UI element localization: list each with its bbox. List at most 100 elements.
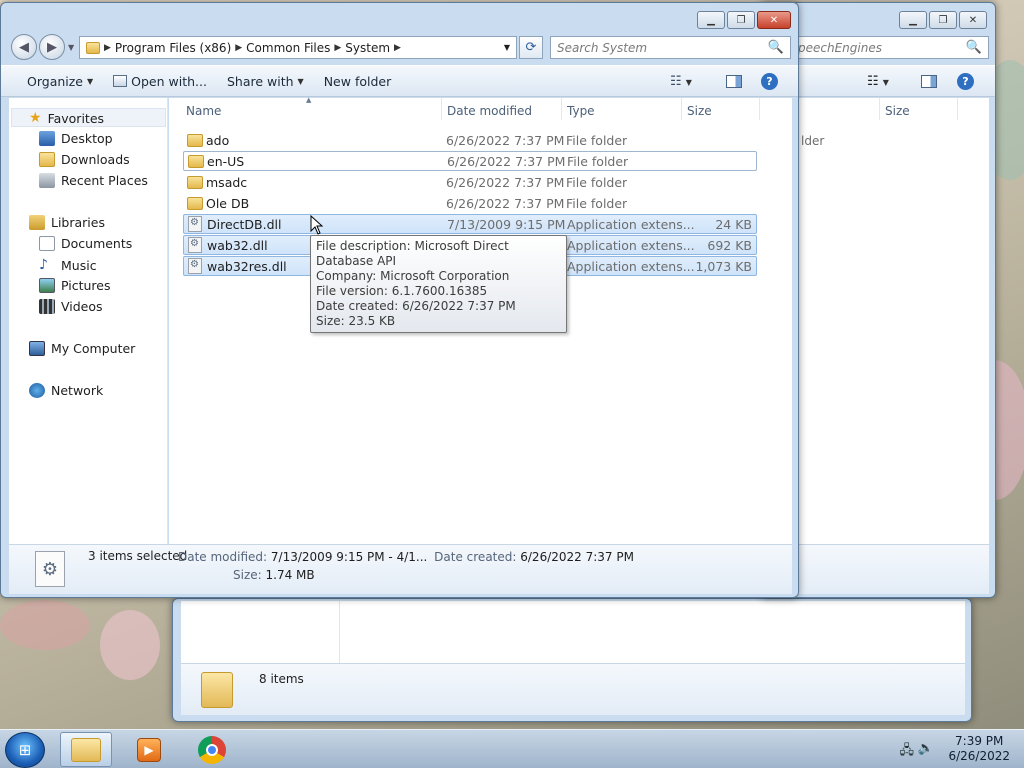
minimize-button[interactable]: ▁: [899, 11, 927, 29]
file-name: msadc: [206, 174, 248, 190]
search-input[interactable]: peechEngines 🔍: [791, 36, 989, 59]
selection-count: 3 items selected: [88, 549, 188, 563]
nav-network[interactable]: Network: [29, 383, 103, 398]
list-item[interactable]: DirectDB.dll 7/13/2009 9:15 PM Applicati…: [183, 214, 757, 234]
view-options-icon[interactable]: ☷ ▼: [867, 74, 889, 89]
nav-label: Documents: [61, 236, 133, 251]
nav-favorites[interactable]: ★ Favorites: [29, 110, 104, 126]
file-type: Application extens...: [567, 258, 695, 274]
back-button[interactable]: ◀: [11, 34, 37, 60]
tooltip-company: Company: Microsoft Corporation: [316, 269, 510, 283]
search-icon: 🔍: [767, 40, 784, 55]
nav-label: Recent Places: [61, 173, 148, 188]
list-item[interactable]: ado 6/26/2022 7:37 PM File folder: [183, 130, 757, 150]
file-tooltip: File description: Microsoft Direct Datab…: [310, 235, 567, 333]
desktop-decoration: [100, 610, 160, 680]
maximize-button[interactable]: ❐: [727, 11, 755, 29]
column-header-size[interactable]: Size: [885, 104, 910, 118]
nav-music[interactable]: ♪ Music: [39, 257, 97, 273]
recent-pages-icon[interactable]: ▼: [68, 43, 74, 52]
network-tray-icon[interactable]: 🖧: [900, 741, 915, 763]
preview-pane-icon[interactable]: [726, 74, 742, 88]
breadcrumb-item[interactable]: Program Files (x86): [115, 41, 231, 55]
file-size: 1,073 KB: [695, 258, 752, 274]
taskbar-chrome-button[interactable]: [186, 732, 238, 767]
chevron-right-icon[interactable]: ▶: [334, 43, 341, 53]
nav-my-computer[interactable]: My Computer: [29, 341, 135, 356]
media-player-icon: ▶: [137, 737, 161, 762]
start-button[interactable]: ⊞: [5, 732, 45, 768]
divider: [561, 98, 562, 120]
new-folder-button[interactable]: New folder: [314, 66, 402, 96]
file-date: 7/13/2009 9:15 PM: [447, 216, 566, 232]
minimize-button[interactable]: ▁: [697, 11, 725, 29]
help-icon[interactable]: ?: [761, 72, 778, 90]
star-icon: ★: [29, 110, 42, 126]
type-text: lder: [801, 134, 825, 148]
divider: [681, 98, 682, 120]
chevron-right-icon[interactable]: ▶: [394, 43, 401, 53]
mouse-cursor-icon: [310, 215, 324, 235]
refresh-button[interactable]: ⟳: [519, 36, 543, 59]
nav-videos[interactable]: Videos: [39, 299, 103, 314]
chevron-down-icon[interactable]: ▼: [504, 43, 510, 52]
file-name: Ole DB: [206, 195, 250, 211]
file-name: wab32res.dll: [207, 258, 287, 274]
network-icon: [29, 383, 45, 398]
clock[interactable]: 7:39 PM 6/26/2022: [948, 734, 1010, 764]
taskbar-explorer-button[interactable]: [60, 732, 112, 767]
column-header-size[interactable]: Size: [687, 104, 712, 118]
chevron-right-icon[interactable]: ▶: [235, 43, 242, 53]
nav-documents[interactable]: Documents: [39, 236, 132, 251]
chrome-icon: [198, 735, 226, 764]
file-type: Application extens...: [567, 216, 695, 232]
date-modified-row: Date modified: 7/13/2009 9:15 PM - 4/1..…: [178, 550, 634, 564]
view-options-icon[interactable]: ☷ ▼: [670, 74, 692, 89]
breadcrumb-item[interactable]: System: [345, 41, 390, 55]
file-date: 6/26/2022 7:37 PM: [446, 195, 565, 211]
computer-icon: [29, 341, 45, 356]
explorer-window[interactable]: ▁ ❐ ✕ ◀ ▶ ▼ ▶ Program Files (x86) ▶ Comm…: [0, 2, 799, 598]
size-value: 1.74 MB: [265, 568, 315, 582]
nav-desktop[interactable]: Desktop: [39, 131, 113, 146]
dll-file-icon: [188, 258, 202, 274]
caption-buttons: ▁ ❐ ✕: [697, 11, 791, 29]
column-header-date[interactable]: Date modified: [447, 104, 532, 118]
list-item[interactable]: Ole DB 6/26/2022 7:37 PM File folder: [183, 193, 757, 213]
taskbar-media-player-button[interactable]: ▶: [123, 732, 175, 767]
close-button[interactable]: ✕: [959, 11, 987, 29]
divider: [339, 601, 340, 663]
open-with-button[interactable]: Open with...: [103, 66, 217, 96]
folder-icon: [201, 672, 233, 708]
date-created-label: Date created:: [434, 550, 517, 564]
nav-recent-places[interactable]: Recent Places: [39, 173, 148, 188]
maximize-button[interactable]: ❐: [929, 11, 957, 29]
help-icon[interactable]: ?: [957, 72, 974, 90]
volume-icon[interactable]: 🔈: [918, 741, 934, 756]
close-button[interactable]: ✕: [757, 11, 791, 29]
nav-pictures[interactable]: Pictures: [39, 278, 111, 293]
column-header-type[interactable]: Type: [567, 104, 595, 118]
list-item[interactable]: en-US 6/26/2022 7:37 PM File folder: [183, 151, 757, 171]
file-type: File folder: [566, 195, 628, 211]
background-window-bottom[interactable]: 8 items: [172, 598, 972, 722]
list-item[interactable]: msadc 6/26/2022 7:37 PM File folder: [183, 172, 757, 192]
dll-file-icon: ⚙: [35, 551, 65, 587]
divider: [759, 98, 760, 120]
forward-button[interactable]: ▶: [39, 34, 65, 60]
preview-pane-icon[interactable]: [921, 74, 937, 88]
items-count: 8 items: [259, 672, 304, 686]
nav-downloads[interactable]: Downloads: [39, 152, 130, 167]
breadcrumb-item[interactable]: Common Files: [246, 41, 330, 55]
search-input[interactable]: Search System 🔍: [550, 36, 791, 59]
share-with-button[interactable]: Share with ▼: [217, 66, 314, 96]
downloads-icon: [39, 152, 55, 167]
size-label: Size:: [233, 568, 262, 582]
file-date: 6/26/2022 7:37 PM: [446, 132, 565, 148]
documents-icon: [39, 236, 55, 251]
address-bar[interactable]: ▶ Program Files (x86) ▶ Common Files ▶ S…: [79, 36, 517, 59]
tooltip-created: Date created: 6/26/2022 7:37 PM: [316, 299, 516, 313]
nav-libraries[interactable]: Libraries: [29, 215, 105, 230]
column-header-name[interactable]: Name: [186, 104, 221, 118]
organize-button[interactable]: Organize ▼: [1, 66, 103, 96]
